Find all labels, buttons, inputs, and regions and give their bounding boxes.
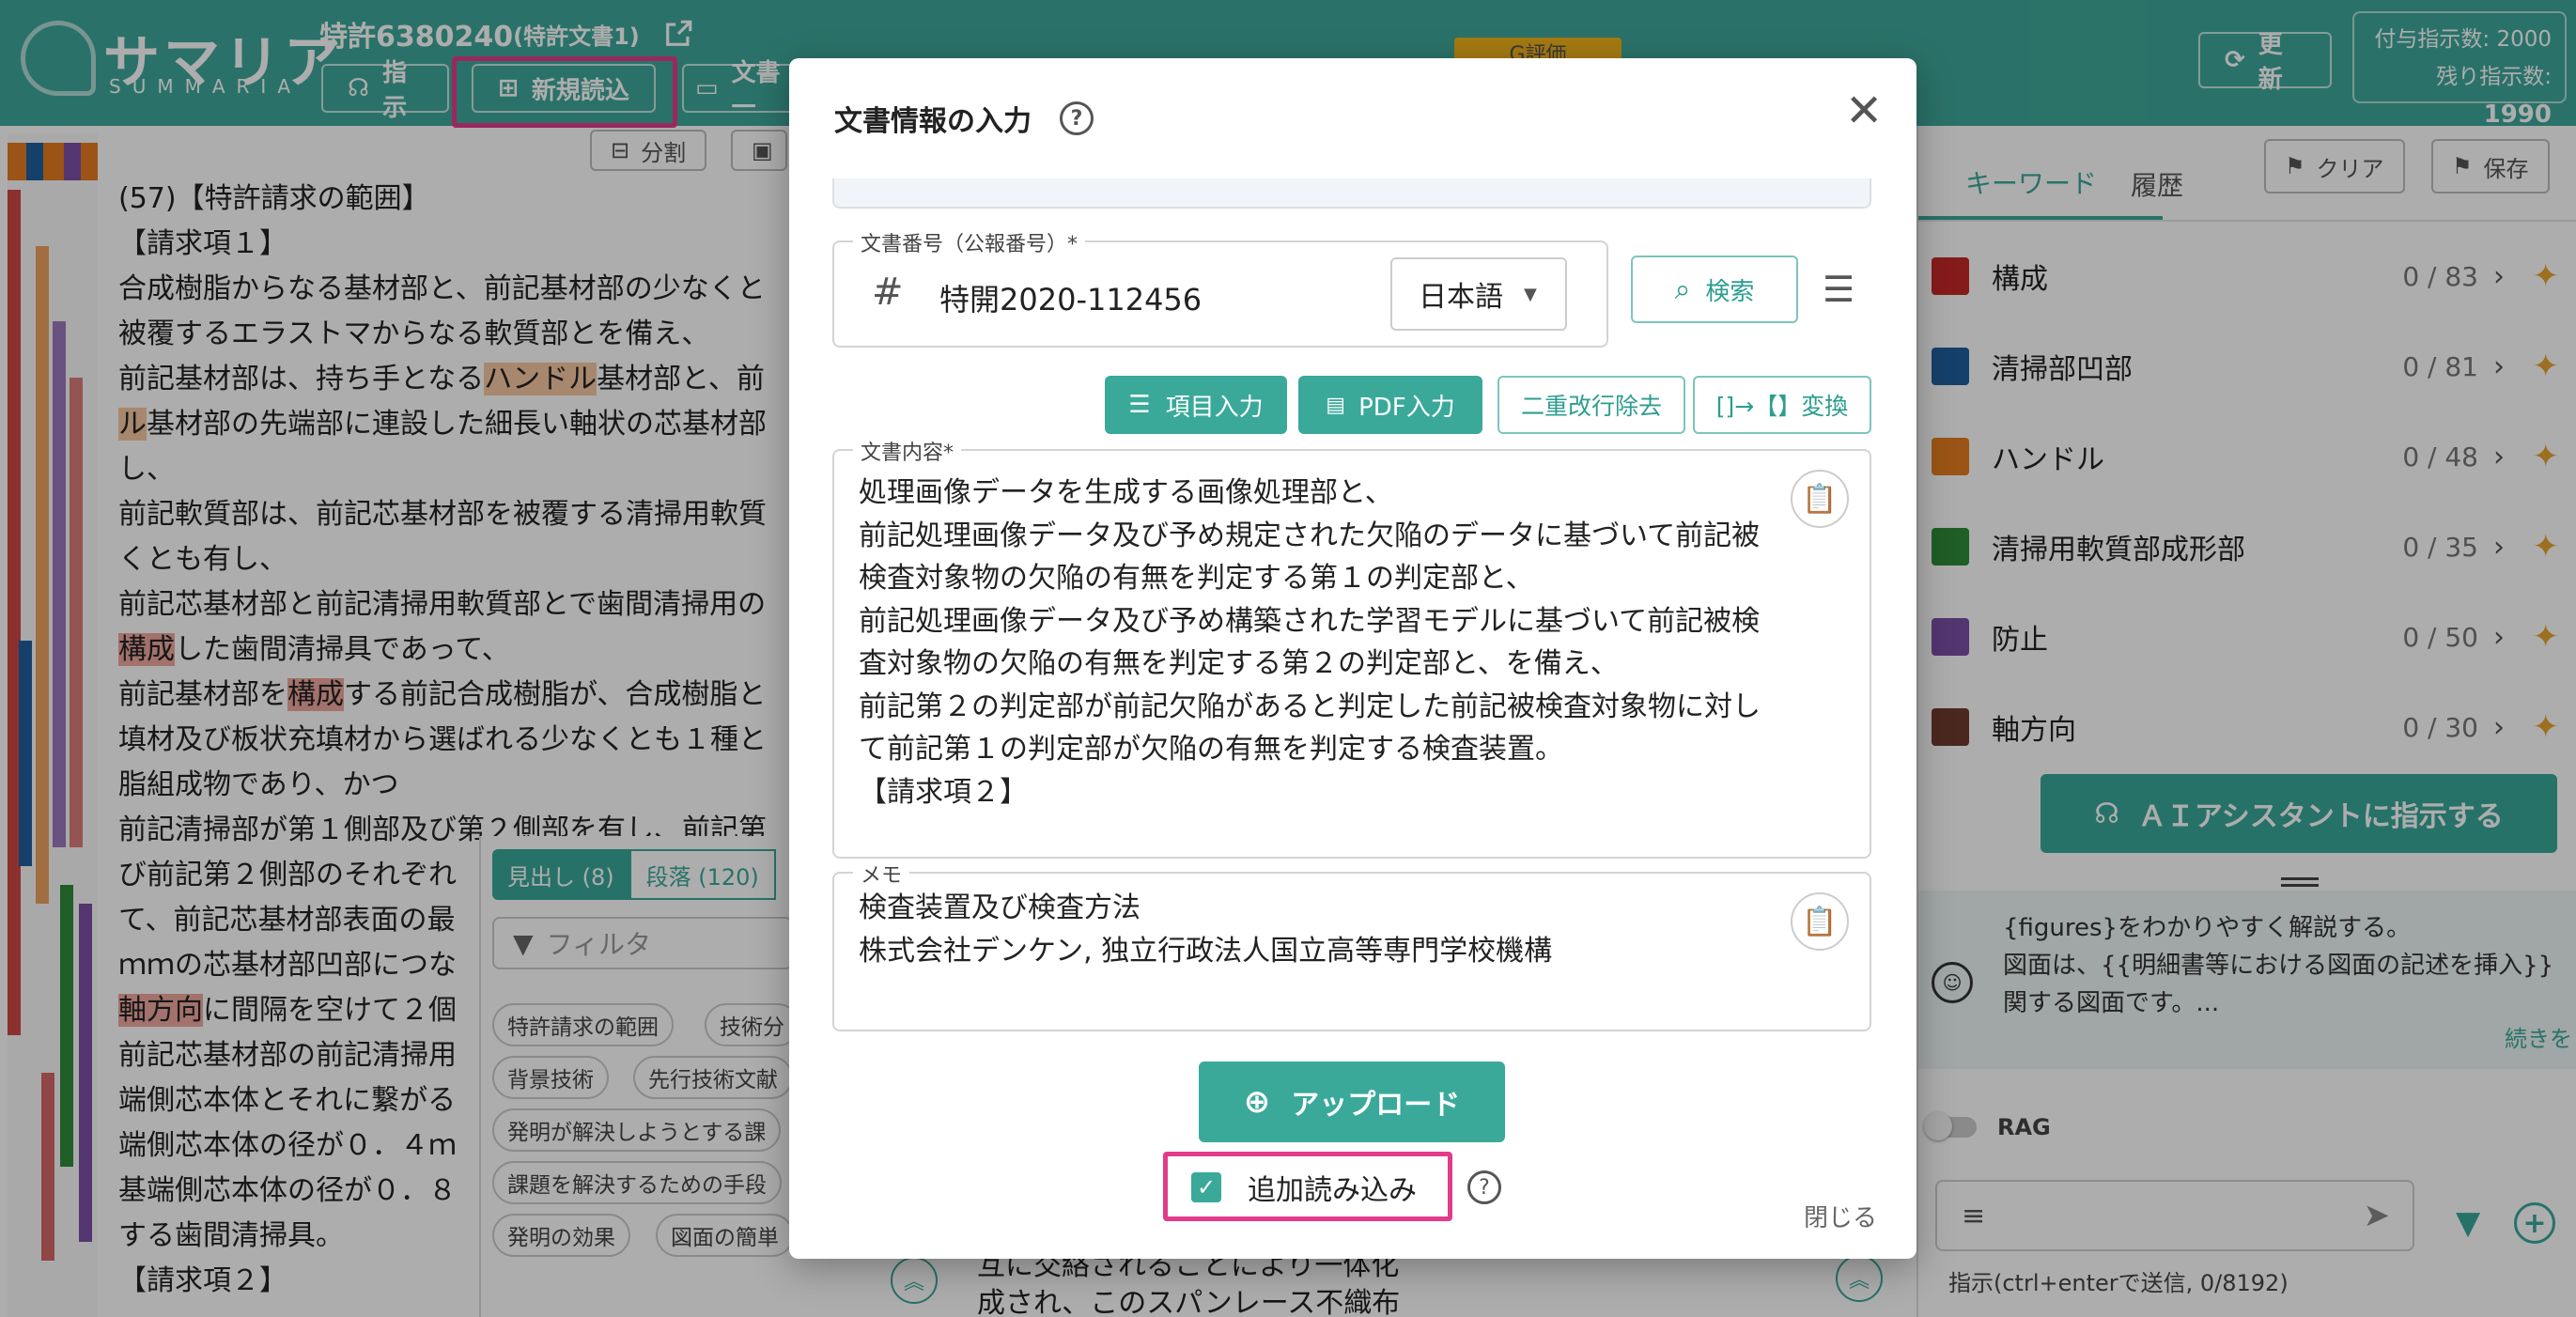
upload-button[interactable]: ⊕ アップロード	[1199, 1061, 1505, 1142]
caret-down-icon: ▼	[1524, 284, 1537, 304]
close-link[interactable]: 閉じる	[1804, 1199, 1877, 1233]
content-line: 前記処理画像データ及び予め規定された欠陥のデータに基づいて前記被	[859, 519, 1761, 552]
doc-number-field[interactable]: 文書番号（公報番号）* # 特開2020-112456 日本語 ▼	[832, 227, 1608, 348]
search-button[interactable]: ⌕ 検索	[1631, 256, 1798, 323]
content-line: 処理画像データを生成する画像処理部と、	[859, 476, 1393, 509]
pdf-icon: ▤	[1326, 393, 1346, 417]
content-line: 前記処理画像データ及び予め構築された学習モデルに基づいて前記被検	[859, 604, 1761, 638]
content-textarea[interactable]: 処理画像データを生成する画像処理部と、前記処理画像データ及び予め規定された欠陥の…	[859, 472, 1798, 813]
content-line: て前記第１の判定部が欠陥の有無を判定する検査装置。	[859, 733, 1563, 766]
dialog-title: 文書情報の入力 ?	[834, 98, 1094, 139]
help-icon[interactable]: ?	[1060, 101, 1094, 135]
pdf-input-button[interactable]: ▤ PDF入力	[1298, 376, 1482, 434]
help-icon[interactable]: ?	[1467, 1170, 1501, 1204]
menu-icon[interactable]: ☰	[1823, 269, 1854, 310]
clipboard-icon[interactable]: 📋	[1791, 470, 1849, 528]
scrolled-field	[832, 178, 1871, 209]
list-icon: ☰	[1128, 391, 1151, 419]
memo-field[interactable]: メモ 検査装置及び検査方法 株式会社デンケン, 独立行政法人国立高等専門学校機構…	[832, 859, 1871, 1031]
content-line: 検査対象物の欠陥の有無を判定する第１の判定部と、	[859, 562, 1534, 595]
item-input-button[interactable]: ☰ 項目入力	[1105, 376, 1287, 434]
remove-double-newline-button[interactable]: 二重改行除去	[1497, 376, 1685, 434]
doc-number-input[interactable]: 特開2020-112456	[939, 276, 1202, 319]
document-info-dialog: 文書情報の入力 ? ✕ 文書番号（公報番号）* # 特開2020-112456 …	[789, 58, 1916, 1259]
memo-textarea[interactable]: 検査装置及び検査方法 株式会社デンケン, 独立行政法人国立高等専門学校機構	[859, 887, 1552, 972]
clipboard-icon[interactable]: 📋	[1791, 892, 1849, 951]
hash-icon: #	[872, 271, 904, 314]
content-line: 査対象物の欠陥の有無を判定する第２の判定部と、を備え、	[859, 647, 1619, 680]
file-upload-icon: ⊕	[1243, 1083, 1271, 1121]
content-line: 【請求項２】	[859, 775, 1028, 809]
bracket-convert-button[interactable]: []→【】変換	[1693, 376, 1871, 434]
content-field[interactable]: 文書内容* 処理画像データを生成する画像処理部と、 前記処理画像データ及び予め規定…	[832, 436, 1871, 859]
additional-load-checkbox[interactable]: ✓ 追加読み込み	[1191, 1167, 1417, 1208]
content-line: 前記第２の判定部が前記欠陥があると判定した前記被検査対象物に対し	[859, 689, 1761, 723]
language-select[interactable]: 日本語 ▼	[1390, 257, 1567, 331]
close-icon[interactable]: ✕	[1845, 85, 1883, 137]
checkbox-checked-icon[interactable]: ✓	[1191, 1172, 1221, 1202]
search-icon: ⌕	[1674, 272, 1691, 306]
